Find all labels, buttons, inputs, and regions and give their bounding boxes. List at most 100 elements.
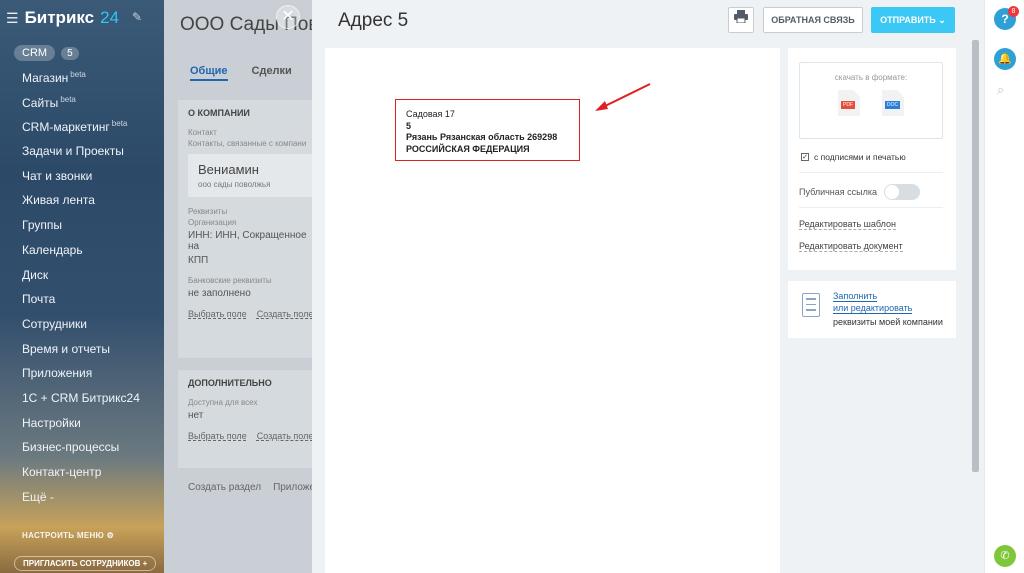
sidebar-item[interactable]: Контакт-центр [22,465,140,490]
sidebar-item[interactable]: Настройки [22,416,140,441]
apps-link[interactable]: Приложен [273,482,312,493]
company-card: О КОМПАНИИ Контакт Контакты, связанные с… [178,100,312,358]
contact-name: Вениамин [198,162,259,177]
field-label: Организация [188,218,237,227]
field-links: Выбрать поле Создать поле [188,431,312,441]
field-value: ИНН: ИНН, Сокращенное на [188,230,307,252]
chevron-down-icon: ⌄ [938,15,946,25]
bell-icon[interactable]: 🔔 [994,48,1016,70]
left-sidebar: ☰ Битрикс 24 ✎ CRM 5 Магазин beta Сайты bet… [0,0,164,573]
field-value: КПП [188,255,209,266]
menu-icon[interactable]: ☰ [6,10,19,27]
scrollbar-thumb[interactable] [972,40,979,472]
address-line: 5 [406,120,412,131]
sidebar-item[interactable]: Календарь [22,243,140,268]
sidebar-item[interactable]: Время и отчеты [22,342,140,367]
crm-count-badge: 5 [61,46,79,60]
send-label: ОТПРАВИТЬ [880,15,936,25]
create-field-link[interactable]: Создать поле [257,431,312,441]
choose-field-link[interactable]: Выбрать поле [188,431,247,441]
sidebar-item[interactable]: Живая лента [22,193,140,218]
sidebar-item-label: CRM-маркетинг [22,120,110,135]
card-header: ДОПОЛНИТЕЛЬНО [188,378,272,388]
sidebar-item[interactable]: Магазин beta [22,70,140,95]
sidebar-item[interactable]: Сайты beta [22,95,140,120]
field-value: нет [188,410,204,421]
sidebar-item[interactable]: Ещё - [22,490,140,515]
logo-text: Битрикс [24,8,95,27]
edit-document-link[interactable]: Редактировать документ [799,241,903,252]
crm-label: CRM [14,45,56,61]
beta-badge: beta [111,119,128,129]
sidebar-item[interactable]: Задачи и Проекты [22,144,140,169]
beta-badge: beta [70,70,86,79]
logo[interactable]: ☰ Битрикс 24 [6,8,119,28]
setup-menu-label: НАСТРОИТЬ МЕНЮ [22,531,105,540]
sidebar-item-label: Магазин [22,71,69,85]
phone-icon[interactable]: ✆ [994,545,1016,567]
document-slider: Адрес 5 ОБРАТНАЯ СВЯЗЬ ОТПРАВИТЬ ⌄ Садов… [312,0,984,573]
slider-title: Адрес 5 [338,10,409,31]
annotation-arrow [595,83,651,111]
tab-general[interactable]: Общие [190,65,228,81]
public-link-label: Публичная ссылка [799,187,877,197]
divider [799,207,943,208]
sidebar-item[interactable]: Приложения [22,366,140,391]
printer-icon [734,10,748,24]
field-label: Доступна для всех [188,398,258,407]
pencil-icon[interactable]: ✎ [132,10,142,24]
gear-icon: ⚙ [106,531,115,540]
create-section-link[interactable]: Создать раздел [188,482,261,493]
additional-card: ДОПОЛНИТЕЛЬНО Доступна для всех нет Выбр… [178,370,312,468]
close-icon: ✕ [281,8,295,25]
sidebar-item[interactable]: Бизнес-процессы [22,440,140,465]
address-line: Садовая 17 [406,109,455,119]
sidebar-item[interactable]: Диск [22,268,140,293]
edit-link[interactable]: или редактировать [833,303,913,314]
create-field-link[interactable]: Создать поле [257,309,312,319]
notification-badge: 8 [1008,6,1019,17]
sidebar-item[interactable]: Группы [22,218,140,243]
document-preview: Садовая 17 5 Рязань Рязанская область 26… [325,48,780,573]
send-button[interactable]: ОТПРАВИТЬ ⌄ [871,7,955,33]
signatures-checkbox[interactable]: ✓ с подписями и печатью [801,152,906,162]
download-box: скачать в формате: PDF DOC [799,62,943,139]
contact-company: ооо сады поволжья [198,180,271,189]
crm-tabs: Общие Сделки Т [190,65,312,81]
address-block: Садовая 17 5 Рязань Рязанская область 26… [395,99,580,161]
card-header: О КОМПАНИИ [188,108,250,118]
tab-deals[interactable]: Сделки [252,65,292,81]
sidebar-item[interactable]: 1С + CRM Битрикс24 [22,391,140,416]
feedback-button[interactable]: ОБРАТНАЯ СВЯЗЬ [763,7,863,33]
pdf-download-icon[interactable]: PDF [838,90,860,116]
edit-template-link[interactable]: Редактировать шаблон [799,219,896,230]
invite-employees-button[interactable]: ПРИГЛАСИТЬ СОТРУДНИКОВ + [14,556,157,571]
field-label: Контакты, связанные с компани [188,139,307,148]
sidebar-menu: Магазин beta Сайты beta CRM-маркетинг beta … [22,70,140,514]
field-label: Контакт [188,128,217,137]
doc-download-icon[interactable]: DOC [882,90,904,116]
address-line: РОССИЙСКАЯ ФЕДЕРАЦИЯ [406,143,530,154]
logo-number: 24 [100,8,120,27]
fill-link[interactable]: Заполнить [833,291,878,302]
sidebar-item[interactable]: Почта [22,292,140,317]
signatures-label: с подписями и печатью [814,152,906,162]
field-links: Выбрать поле Создать поле [188,309,312,319]
search-icon[interactable]: ⌕ [997,82,1004,98]
close-slider-button[interactable]: ✕ [276,5,300,29]
sidebar-item[interactable]: Сотрудники [22,317,140,342]
field-label: Реквизиты [188,207,228,216]
plus-icon: + [142,559,148,568]
sidebar-item[interactable]: Чат и звонки [22,169,140,194]
scrollbar[interactable] [971,40,980,573]
sidebar-item-crm[interactable]: CRM 5 [14,45,79,61]
right-toolbar: ? 8 🔔 ⌕ ✆ [984,0,1024,573]
checkbox-checked-icon: ✓ [801,153,809,161]
sidebar-item[interactable]: CRM-маркетинг beta [22,119,140,144]
public-link-toggle[interactable] [884,184,920,200]
field-value: не заполнено [188,288,251,299]
choose-field-link[interactable]: Выбрать поле [188,309,247,319]
contact-card[interactable]: Вениамин ооо сады поволжья [188,154,312,197]
setup-menu-button[interactable]: НАСТРОИТЬ МЕНЮ ⚙ [22,531,114,540]
print-button[interactable] [728,7,754,33]
